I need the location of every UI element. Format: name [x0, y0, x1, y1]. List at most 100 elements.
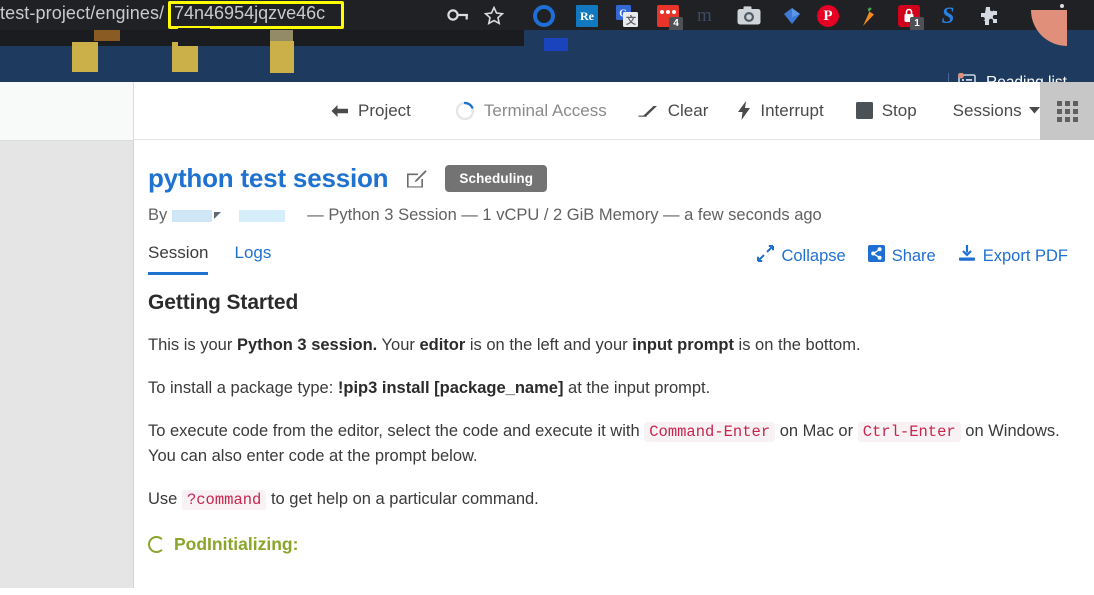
omnibox-strip: test-project/engines/ 74n46954jqzve46c R… — [0, 0, 1094, 31]
install-text-1: To install a package type: — [148, 378, 338, 397]
edit-pencil-icon[interactable] — [406, 169, 428, 189]
share-label: Share — [891, 246, 936, 265]
execute-text-2: on Mac or — [775, 421, 858, 440]
password-lock-extension-icon[interactable]: 1 — [898, 5, 924, 31]
clear-label: Clear — [667, 100, 709, 120]
share-action[interactable]: Share — [867, 245, 936, 267]
redaction-block — [72, 42, 98, 72]
stop-button[interactable]: Stop — [855, 82, 917, 140]
session-title-row: python test session Scheduling — [148, 163, 1068, 194]
tabs-row: Session Logs Collapse Share Export PDF — [148, 243, 1068, 275]
arrow-left-icon — [330, 103, 349, 119]
skype-extension-icon[interactable]: S — [937, 4, 959, 28]
interrupt-button[interactable]: Interrupt — [738, 82, 824, 140]
help-text-2: to get help on a particular command. — [266, 489, 539, 508]
redaction-tick — [214, 212, 222, 219]
redaction-block — [544, 38, 568, 51]
red-notes-extension-icon[interactable]: 4 — [657, 5, 683, 31]
intro-text-3: is on the left and your — [465, 336, 633, 354]
diamond-extension-icon[interactable] — [782, 6, 802, 26]
project-button[interactable]: Project — [330, 82, 411, 140]
help-paragraph: Use ?command to get help on a particular… — [148, 487, 1068, 512]
redaction-block — [1031, 10, 1067, 46]
collapse-arrows-icon — [757, 245, 775, 267]
intro-text-2: Your — [377, 336, 420, 354]
svg-text:文: 文 — [626, 14, 637, 27]
app-toolbar: Project Terminal Access Clear Interrupt — [134, 82, 1094, 140]
google-translate-extension-icon[interactable]: G文 — [616, 5, 638, 27]
session-content: python test session Scheduling By — Pyth… — [135, 141, 1094, 595]
export-pdf-label: Export PDF — [982, 246, 1068, 265]
bookmarks-bar: Reading list — [0, 10, 1094, 98]
grid-dots — [1056, 100, 1078, 122]
pod-status-text: PodInitializing: — [174, 533, 299, 554]
execute-paragraph: To execute code from the editor, select … — [148, 419, 1068, 469]
intro-bold-editor: editor — [419, 336, 466, 354]
address-bar-url[interactable]: test-project/engines/ — [0, 3, 164, 24]
download-icon — [958, 245, 976, 267]
pinterest-extension-icon[interactable]: P — [817, 5, 839, 27]
bookmark-star-icon[interactable] — [483, 5, 505, 26]
redaction-block — [178, 28, 210, 46]
red-notes-badge: 4 — [669, 17, 683, 31]
pod-status-line: PodInitializing: — [148, 534, 1068, 555]
collapse-label: Collapse — [781, 246, 846, 265]
eraser-icon — [637, 103, 659, 119]
ring-extension-icon[interactable] — [533, 5, 555, 27]
carrot-extension-icon[interactable] — [858, 4, 878, 28]
url-engine-id[interactable]: 74n46954jqzve46c — [174, 3, 325, 24]
pod-spinner-icon — [148, 535, 165, 553]
sidebar-header — [0, 82, 134, 140]
spinner-icon — [455, 101, 475, 121]
tab-list: Session Logs — [148, 243, 271, 275]
bolt-icon — [738, 101, 751, 120]
intro-bold-prompt: input prompt — [632, 336, 734, 354]
terminal-access-button[interactable]: Terminal Access — [455, 82, 607, 140]
apps-grid-icon[interactable] — [1040, 82, 1094, 140]
tab-session[interactable]: Session — [148, 243, 209, 275]
install-text-2: at the input prompt. — [563, 378, 711, 397]
intro-text-4: is on the bottom. — [733, 336, 861, 354]
shortcut-mac: Command-Enter — [644, 421, 776, 442]
help-command: ?command — [181, 489, 267, 510]
install-command: !pip3 install [package_name] — [337, 378, 564, 397]
redaction-block — [270, 30, 293, 41]
clear-button[interactable]: Clear — [637, 82, 709, 140]
shortcut-windows: Ctrl-Enter — [857, 421, 961, 442]
project-label: Project — [358, 100, 411, 120]
re-extension-icon[interactable]: Re — [576, 5, 598, 27]
stop-label: Stop — [881, 100, 917, 120]
session-meta: By — Python 3 Session — 1 vCPU / 2 GiB M… — [148, 206, 1068, 225]
export-pdf-action[interactable]: Export PDF — [958, 245, 1068, 267]
chevron-down-icon — [1028, 107, 1040, 114]
stop-square-icon — [855, 102, 873, 119]
redaction-block — [270, 41, 294, 73]
m-extension-icon[interactable]: m — [697, 6, 719, 26]
content-actions: Collapse Share Export PDF — [757, 245, 1068, 275]
tab-logs[interactable]: Logs — [234, 243, 271, 275]
app-container: Project Terminal Access Clear Interrupt — [0, 82, 1094, 595]
terminal-access-label: Terminal Access — [483, 100, 607, 120]
password-lock-badge: 1 — [910, 17, 924, 31]
sidebar-panel[interactable] — [0, 140, 134, 588]
puzzle-extensions-icon[interactable] — [977, 5, 999, 27]
sessions-label: Sessions — [952, 100, 1022, 120]
interrupt-label: Interrupt — [760, 100, 824, 120]
session-meta-text: — Python 3 Session — 1 vCPU / 2 GiB Memo… — [307, 206, 822, 224]
install-paragraph: To install a package type: !pip3 install… — [148, 376, 1068, 401]
redacted-author-name — [172, 209, 213, 222]
sessions-dropdown[interactable]: Sessions — [953, 82, 1040, 140]
redacted-author-email — [239, 209, 286, 222]
camera-extension-icon[interactable] — [737, 6, 761, 25]
intro-text-1: This is your — [148, 336, 237, 354]
execute-text-1: To execute code from the editor, select … — [148, 421, 645, 440]
page-title[interactable]: python test session — [148, 163, 389, 194]
status-badge: Scheduling — [445, 165, 548, 192]
redaction-block — [172, 42, 198, 72]
collapse-action[interactable]: Collapse — [757, 245, 846, 267]
share-icon — [867, 245, 885, 267]
getting-started-heading: Getting Started — [148, 291, 299, 314]
key-icon[interactable] — [447, 7, 469, 23]
session-by-label: By — [148, 206, 168, 224]
redaction-block — [94, 30, 120, 41]
